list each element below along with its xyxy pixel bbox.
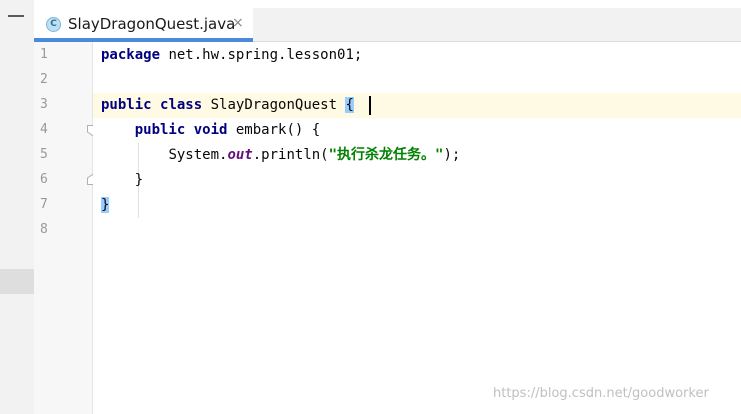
line-number: 4 [40, 122, 48, 137]
tool-strip-highlight [0, 269, 34, 294]
static-field: out [227, 147, 253, 163]
editor-gutter: 1 2 3 4 5 6 7 8 [34, 42, 117, 414]
editor-tab-bar: C SlayDragonQuest.java × [34, 8, 741, 42]
line-number: 1 [40, 47, 48, 62]
tab-title: SlayDragonQuest.java [68, 15, 236, 33]
statement-end: ); [443, 147, 461, 163]
keyword: void [193, 122, 228, 138]
line-number: 8 [40, 222, 48, 237]
string-literal: "执行杀龙任务。" [328, 147, 444, 163]
code-editor[interactable]: package net.hw.spring.lesson01; public c… [93, 42, 741, 414]
minimize-icon[interactable] [8, 10, 24, 24]
text-caret [369, 96, 371, 115]
class-ref: System. [168, 147, 228, 163]
code-line-3: public class SlayDragonQuest { [101, 93, 354, 118]
code-line-4: public void embark() { [101, 118, 320, 143]
watermark: https://blog.csdn.net/goodworker [493, 386, 709, 401]
method-call: .println( [252, 147, 329, 163]
line-number: 6 [40, 172, 48, 187]
package-name: net.hw.spring.lesson01; [160, 47, 363, 63]
code-line-5: System.out.println("执行杀龙任务。"); [101, 143, 460, 168]
line-number: 5 [40, 147, 48, 162]
matched-brace: } [101, 197, 110, 213]
keyword: class [160, 97, 203, 113]
line-number: 3 [40, 97, 48, 112]
close-tab-icon[interactable]: × [232, 15, 244, 31]
closing-brace: } [101, 172, 144, 188]
java-class-icon: C [46, 17, 61, 32]
code-line-7: } [101, 193, 110, 218]
code-line-1: package net.hw.spring.lesson01; [101, 43, 362, 68]
ide-window: C SlayDragonQuest.java × 1 2 3 4 5 6 7 8… [0, 0, 741, 414]
editor-tab-slaydragonquest[interactable]: C SlayDragonQuest.java × [34, 8, 253, 42]
class-name: SlayDragonQuest [202, 97, 346, 113]
line-number: 7 [40, 197, 48, 212]
code-line-6: } [101, 168, 143, 193]
line-number: 2 [40, 72, 48, 87]
keyword: public [101, 97, 152, 113]
matched-brace: { [345, 97, 354, 113]
keyword: public [134, 122, 186, 138]
tool-window-strip [0, 0, 34, 414]
method-signature: embark() { [227, 122, 321, 138]
keyword: package [101, 47, 161, 63]
